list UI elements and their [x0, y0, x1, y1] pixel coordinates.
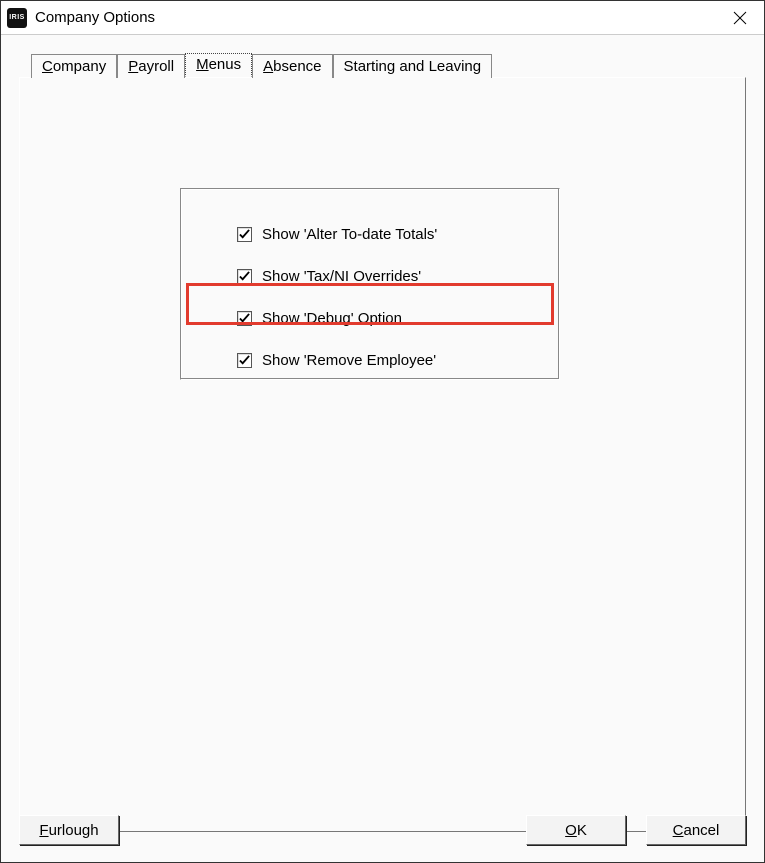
- checkbox-label-remove-employee[interactable]: Show 'Remove Employee': [262, 352, 436, 369]
- menus-options-group: Show 'Alter To-date Totals' Show 'Tax/NI…: [180, 188, 560, 380]
- check-row-alter-totals: Show 'Alter To-date Totals': [237, 213, 539, 255]
- tab-strip: Company Payroll Menus Absence Starting a…: [31, 53, 492, 77]
- titlebar: IRIS Company Options: [1, 1, 764, 35]
- checkbox-debug[interactable]: [237, 311, 252, 326]
- app-icon: IRIS: [7, 8, 27, 28]
- dialog-button-row: Furlough OK Cancel: [19, 812, 746, 848]
- ok-button[interactable]: OK: [526, 815, 626, 845]
- tab-payroll[interactable]: Payroll: [117, 54, 185, 78]
- close-icon: [733, 11, 747, 25]
- tab-starting-and-leaving[interactable]: Starting and Leaving: [333, 54, 493, 78]
- tab-absence[interactable]: Absence: [252, 54, 332, 78]
- close-button[interactable]: [720, 4, 760, 32]
- check-row-tax-ni: Show 'Tax/NI Overrides': [237, 255, 539, 297]
- check-row-remove-employee: Show 'Remove Employee': [237, 339, 539, 381]
- window-title: Company Options: [35, 9, 155, 26]
- dialog-content: Company Payroll Menus Absence Starting a…: [1, 35, 764, 862]
- furlough-button[interactable]: Furlough: [19, 815, 119, 845]
- tab-company[interactable]: Company: [31, 54, 117, 78]
- checkbox-label-debug[interactable]: Show 'Debug' Option: [262, 310, 402, 327]
- checkbox-tax-ni[interactable]: [237, 269, 252, 284]
- dialog-window: IRIS Company Options Company Payroll Men…: [0, 0, 765, 863]
- checkbox-label-alter-totals[interactable]: Show 'Alter To-date Totals': [262, 226, 437, 243]
- tab-page-menus: Show 'Alter To-date Totals' Show 'Tax/NI…: [19, 77, 746, 832]
- tab-menus[interactable]: Menus: [185, 53, 252, 77]
- check-row-debug: Show 'Debug' Option: [237, 297, 539, 339]
- checkbox-label-tax-ni[interactable]: Show 'Tax/NI Overrides': [262, 268, 421, 285]
- checkbox-remove-employee[interactable]: [237, 353, 252, 368]
- cancel-button[interactable]: Cancel: [646, 815, 746, 845]
- checkbox-alter-totals[interactable]: [237, 227, 252, 242]
